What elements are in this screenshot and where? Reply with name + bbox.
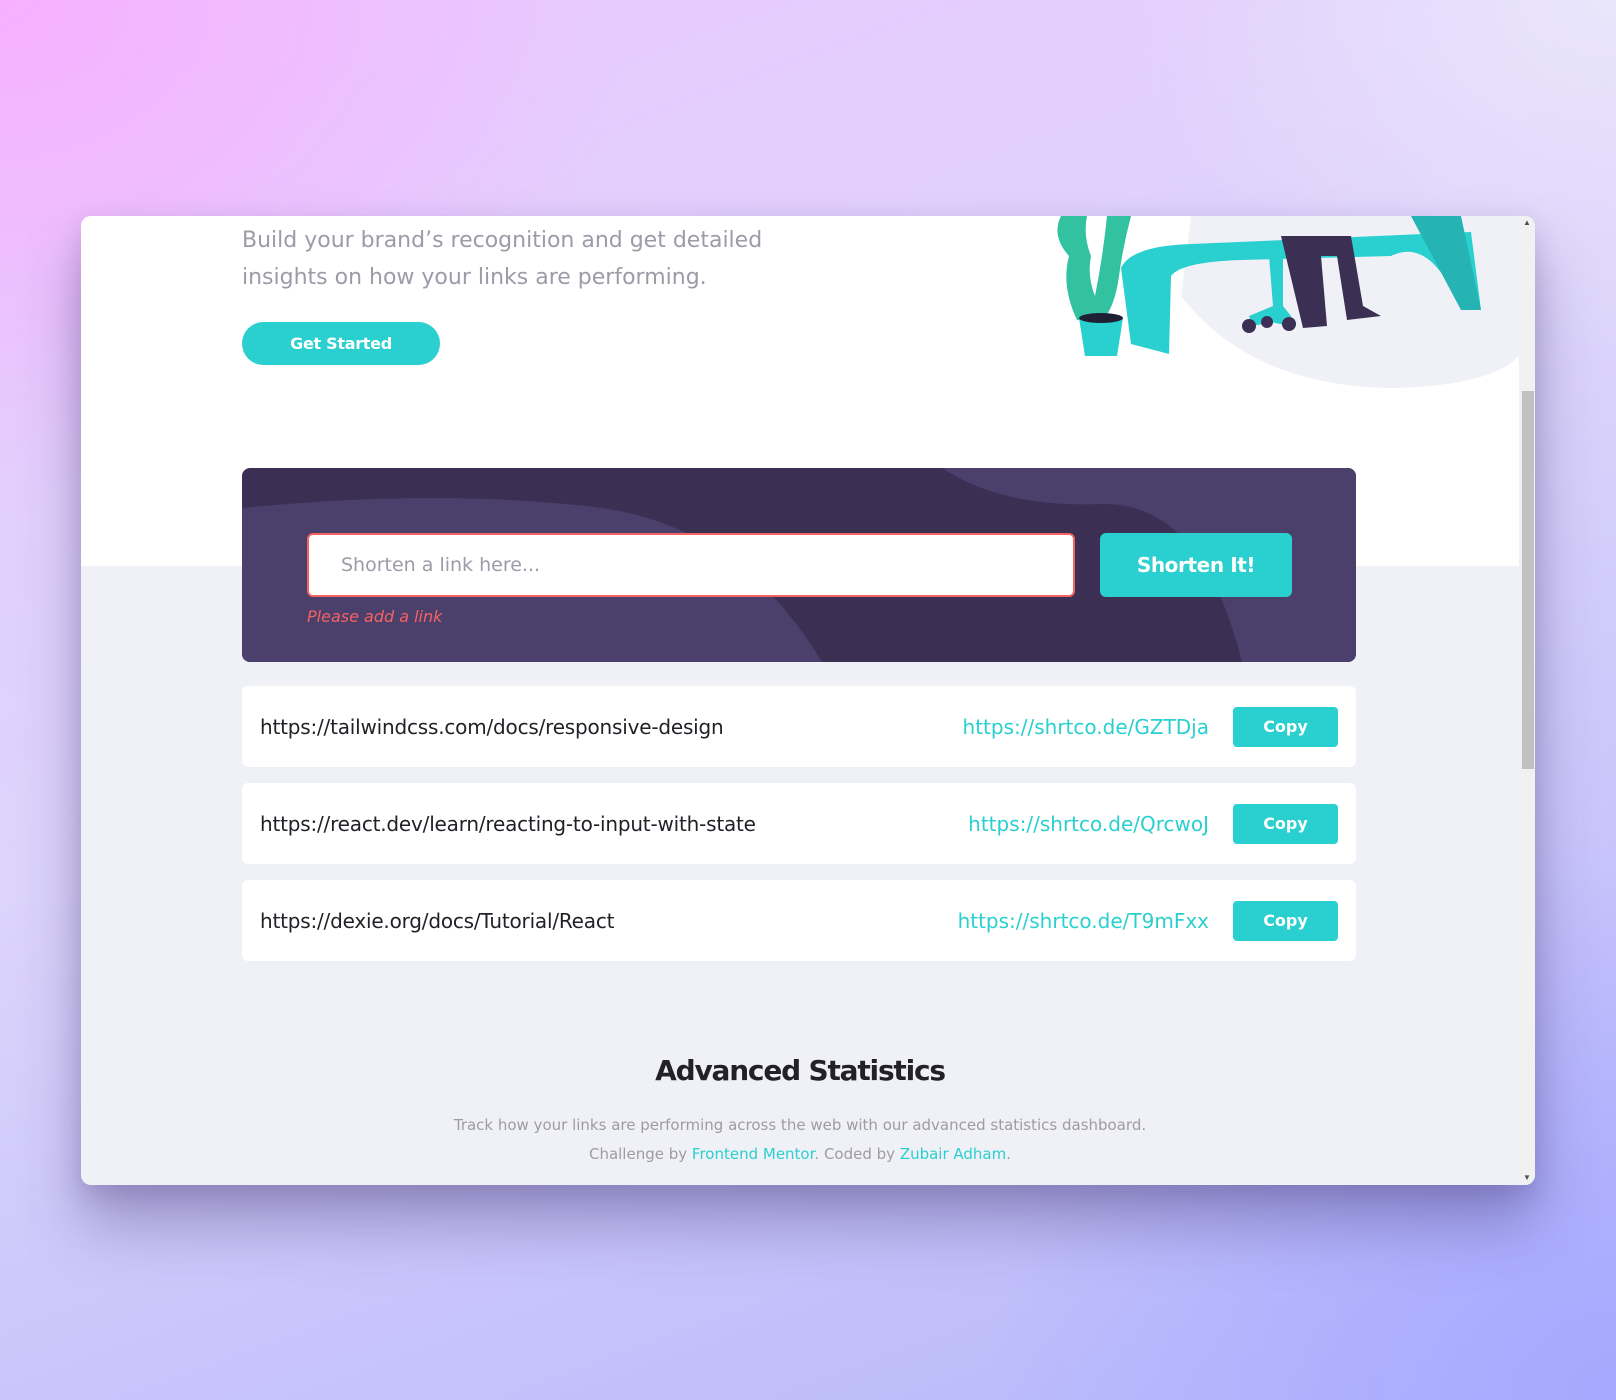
short-url[interactable]: https://shrtco.de/GZTDja (963, 715, 1209, 739)
get-started-button[interactable]: Get Started (242, 322, 440, 365)
original-url: https://tailwindcss.com/docs/responsive-… (260, 714, 724, 739)
shorten-button[interactable]: Shorten It! (1100, 533, 1292, 597)
attribution-prefix: Challenge by (588, 1145, 692, 1163)
shortened-link-row: https://dexie.org/docs/Tutorial/React ht… (242, 880, 1356, 961)
original-url: https://dexie.org/docs/Tutorial/React (260, 908, 615, 933)
copy-button[interactable]: Copy (1233, 706, 1338, 747)
link-input[interactable] (307, 533, 1075, 597)
illustration-plant-leaves (1057, 216, 1131, 320)
attribution-suffix: . (1006, 1145, 1012, 1163)
copy-button[interactable]: Copy (1233, 803, 1338, 844)
frontend-mentor-link[interactable]: Frontend Mentor (692, 1145, 815, 1163)
shortened-links-list: https://tailwindcss.com/docs/responsive-… (242, 686, 1356, 977)
shortened-link-row: https://react.dev/learn/reacting-to-inpu… (242, 783, 1356, 864)
attribution-middle: . Coded by (814, 1145, 900, 1163)
working-illustration (1057, 216, 1519, 388)
shorten-form: Please add a link Shorten It! (242, 468, 1356, 662)
author-link[interactable]: Zubair Adham (900, 1145, 1006, 1163)
copy-button[interactable]: Copy (1233, 900, 1338, 941)
attribution: Challenge by Frontend Mentor. Coded by Z… (81, 1145, 1519, 1163)
input-error-message: Please add a link (307, 607, 443, 626)
short-url[interactable]: https://shrtco.de/QrcwoJ (968, 812, 1209, 836)
scroll-up-arrow-icon[interactable]: ▲ (1519, 216, 1535, 230)
statistics-description: Track how your links are performing acro… (453, 1116, 1147, 1134)
original-url: https://react.dev/learn/reacting-to-inpu… (260, 811, 756, 836)
hero-description: Build your brand’s recognition and get d… (242, 228, 763, 290)
scroll-down-arrow-icon[interactable]: ▼ (1519, 1171, 1535, 1185)
vertical-scrollbar[interactable]: ▲ ▼ (1519, 216, 1535, 1185)
scroll-thumb[interactable] (1522, 391, 1534, 769)
illustration-plant-pot (1079, 318, 1123, 356)
statistics-title: Advanced Statistics (655, 1054, 946, 1087)
short-url[interactable]: https://shrtco.de/T9mFxx (958, 909, 1209, 933)
shortened-link-row: https://tailwindcss.com/docs/responsive-… (242, 686, 1356, 767)
browser-window: Build your brand’s recognition and get d… (81, 216, 1535, 1185)
